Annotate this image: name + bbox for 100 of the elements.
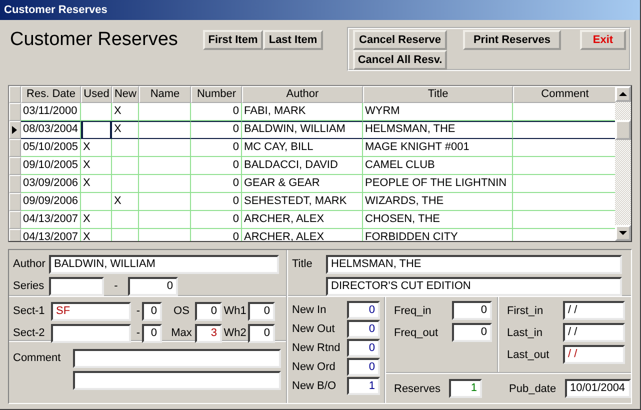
text-field[interactable]: 1	[347, 376, 380, 394]
dash-label: -	[135, 305, 141, 317]
text-field[interactable]: DIRECTOR'S CUT EDITION	[326, 276, 622, 296]
table-cell: X	[112, 193, 139, 211]
action-button[interactable]: Cancel All Resv.	[353, 50, 447, 70]
field-label: Wh1	[222, 305, 248, 317]
table-cell: 0	[191, 229, 242, 241]
table-cell: WYRM	[363, 103, 513, 121]
text-field[interactable]	[73, 348, 281, 368]
field-label: Title	[292, 258, 314, 270]
column-header[interactable]: Number	[191, 86, 242, 103]
field-label: Reserves	[394, 382, 442, 394]
scroll-up-button[interactable]	[615, 86, 631, 102]
field-label: New In	[292, 304, 326, 316]
table-cell: CHOSEN, THE	[363, 211, 513, 229]
text-field[interactable]	[73, 370, 281, 390]
text-field[interactable]: 0	[128, 276, 178, 296]
scroll-down-button[interactable]	[615, 225, 631, 241]
scrollbar[interactable]	[615, 86, 631, 241]
scroll-thumb[interactable]	[615, 120, 631, 140]
text-field[interactable]: 0	[452, 301, 492, 320]
table-cell: 0	[191, 157, 242, 175]
table-cell: X	[81, 211, 112, 229]
text-field[interactable]: / /	[563, 301, 625, 320]
field-label: Sect-1	[13, 305, 46, 317]
field-label: Last_out	[507, 348, 550, 360]
field-label: Freq_out	[394, 326, 440, 338]
table-cell: 08/03/2004	[21, 121, 81, 139]
column-header[interactable]: Comment	[513, 86, 616, 103]
text-field[interactable]: / /	[563, 345, 625, 364]
table-cell: 0	[191, 193, 242, 211]
field-label: New Rtnd	[292, 342, 340, 354]
text-field[interactable]: 1	[449, 379, 482, 398]
field-label: First_in	[507, 304, 544, 316]
text-field[interactable]	[51, 324, 131, 342]
table-cell: ARCHER, ALEX	[242, 211, 363, 229]
table-cell: 04/13/2007	[21, 229, 81, 241]
text-field[interactable]: SF	[51, 302, 131, 320]
text-field[interactable]: 0	[347, 338, 380, 356]
column-header[interactable]: Title	[363, 86, 513, 103]
table-cell: 09/09/2006	[21, 193, 81, 211]
field-label: OS	[172, 305, 190, 317]
field-label: New Ord	[292, 360, 336, 372]
column-header[interactable]: Res. Date	[21, 86, 81, 103]
table-cell: MC CAY, BILL	[242, 139, 363, 157]
text-field[interactable]: 0	[452, 323, 492, 342]
table-cell: X	[81, 157, 112, 175]
text-field[interactable]: / /	[563, 323, 625, 342]
field-label: Comment	[13, 352, 62, 364]
table-cell	[81, 121, 112, 139]
text-field[interactable]	[49, 276, 104, 296]
table-cell	[139, 139, 191, 157]
field-label: Last_in	[507, 326, 544, 338]
table-cell: GEAR & GEAR	[242, 175, 363, 193]
column-header[interactable]: Used	[81, 86, 112, 103]
nav-button[interactable]: Last Item	[263, 30, 323, 50]
row-selector[interactable]	[9, 121, 21, 139]
table-cell: 03/09/2006	[21, 175, 81, 193]
table-cell	[112, 139, 139, 157]
field-label: Sect-2	[13, 327, 46, 339]
nav-button[interactable]: First Item	[203, 30, 263, 50]
table-cell: 0	[191, 175, 242, 193]
table-cell: BALDWIN, WILLIAM	[242, 121, 363, 139]
text-field[interactable]: BALDWIN, WILLIAM	[49, 254, 279, 274]
text-field[interactable]: 0	[142, 302, 162, 320]
column-header[interactable]: New	[112, 86, 139, 103]
table-cell: CAMEL CLUB	[363, 157, 513, 175]
text-field[interactable]: 0	[195, 302, 222, 320]
table-cell: 03/11/2000	[21, 103, 81, 121]
table-cell	[139, 193, 191, 211]
table-cell: X	[81, 175, 112, 193]
action-button[interactable]: Print Reserves	[463, 30, 561, 50]
column-header[interactable]: Author	[242, 86, 363, 103]
table-cell	[112, 211, 139, 229]
table-cell	[139, 121, 191, 139]
field-label: Max	[170, 327, 193, 339]
table-cell: 0	[191, 121, 242, 139]
table-cell	[112, 157, 139, 175]
table-cell: FORBIDDEN CITY	[363, 229, 513, 241]
text-field[interactable]: 0	[347, 320, 380, 338]
table-cell: 05/10/2005	[21, 139, 81, 157]
table-cell: BALDACCI, DAVID	[242, 157, 363, 175]
table-cell	[81, 193, 112, 211]
table-cell: PEOPLE OF THE LIGHTNIN	[363, 175, 513, 193]
text-field[interactable]: 0	[142, 324, 162, 342]
field-label: Author	[13, 258, 46, 270]
table-cell: 0	[191, 103, 242, 121]
field-label: Series	[13, 280, 46, 292]
table-cell: HELMSMAN, THE	[363, 121, 513, 139]
text-field[interactable]: HELMSMAN, THE	[326, 254, 622, 274]
action-button[interactable]: Cancel Reserve	[353, 30, 447, 50]
text-field[interactable]: 0	[347, 300, 380, 318]
text-field[interactable]: 3	[195, 324, 222, 342]
column-header[interactable]: Name	[139, 86, 191, 103]
field-label: New B/O	[292, 380, 336, 392]
table-cell: X	[81, 139, 112, 157]
text-field[interactable]: 10/01/2004	[565, 379, 631, 398]
text-field[interactable]: 0	[248, 324, 275, 342]
text-field[interactable]: 0	[248, 302, 275, 320]
text-field[interactable]: 0	[347, 358, 380, 376]
